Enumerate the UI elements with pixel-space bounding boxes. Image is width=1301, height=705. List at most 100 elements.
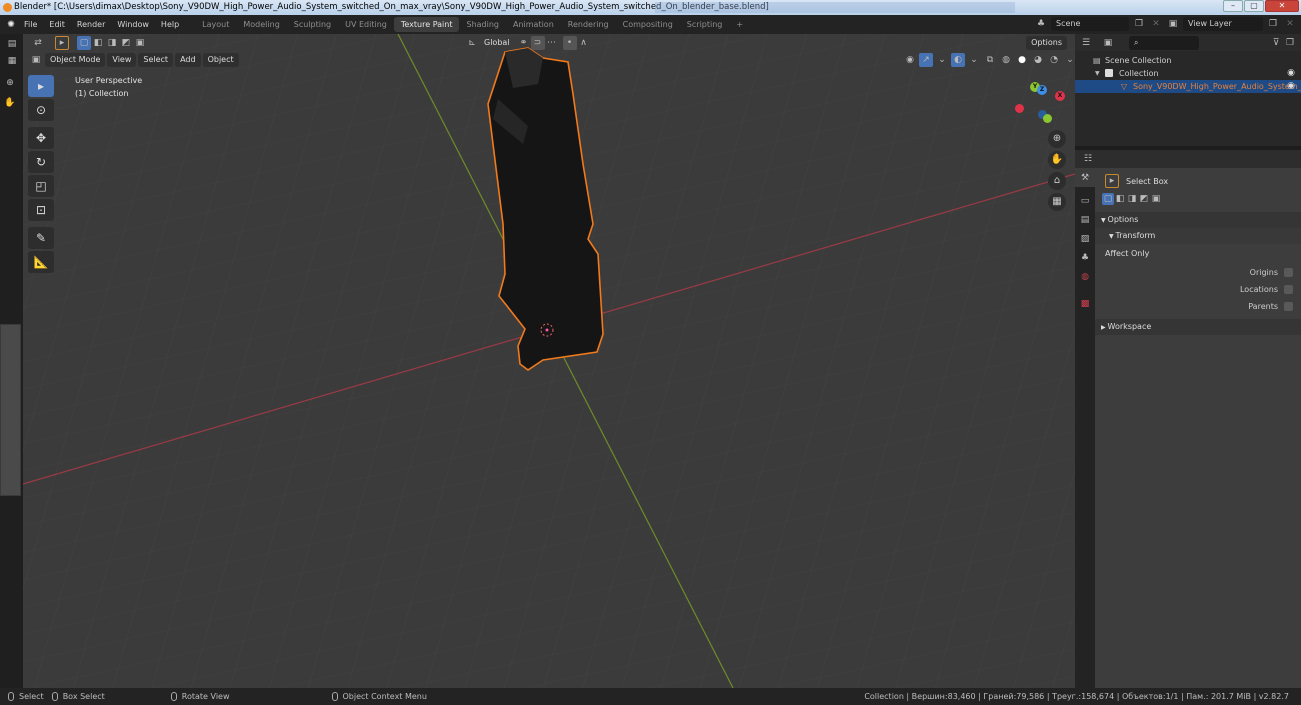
new-scene-icon[interactable]: ❐ bbox=[1132, 17, 1146, 31]
gizmo-neg-x[interactable] bbox=[1015, 104, 1024, 113]
new-view-layer-icon[interactable]: ❐ bbox=[1266, 17, 1280, 31]
shading-wireframe-icon[interactable]: ◍ bbox=[999, 53, 1013, 67]
exclude-checkbox[interactable] bbox=[1105, 69, 1113, 77]
outliner-row-object[interactable]: ▽ Sony_V90DW_High_Power_Audio_System_s ◉ bbox=[1075, 80, 1301, 93]
locations-row[interactable]: Locations bbox=[1095, 281, 1301, 298]
gizmo-z-axis[interactable]: Z bbox=[1037, 85, 1047, 95]
menu-render[interactable]: Render bbox=[71, 15, 111, 34]
blender-menu-icon[interactable]: ✺ bbox=[4, 18, 18, 32]
gizmo-x-axis[interactable]: X bbox=[1055, 91, 1065, 101]
mode-subtract-icon[interactable]: ◨ bbox=[105, 36, 119, 50]
expand-arrow-icon[interactable]: ▼ bbox=[1095, 67, 1100, 80]
hand-pan-icon[interactable]: ✋ bbox=[3, 96, 17, 110]
tab-texture[interactable]: ▩ bbox=[1075, 294, 1095, 313]
falloff-icon[interactable]: ∧ bbox=[577, 36, 591, 50]
tool-scale[interactable]: ◰ bbox=[28, 175, 54, 197]
new-collection-icon[interactable]: ❐ bbox=[1283, 36, 1297, 50]
xray-toggle-icon[interactable]: ⧉ bbox=[983, 53, 997, 67]
tab-shading[interactable]: Shading bbox=[459, 17, 506, 32]
editor-type-icon[interactable]: ▤ bbox=[5, 37, 19, 51]
visibility-eye-icon[interactable]: ◉ bbox=[1287, 67, 1295, 80]
3d-viewport[interactable] bbox=[23, 34, 1075, 688]
snap-toggle-icon[interactable]: ⊃ bbox=[530, 36, 545, 50]
tab-world[interactable]: ◍ bbox=[1075, 267, 1095, 286]
locations-checkbox[interactable] bbox=[1284, 285, 1293, 294]
transform-subpanel-header[interactable]: ▼ Transform bbox=[1095, 228, 1301, 244]
shading-solid-icon[interactable]: ● bbox=[1015, 53, 1029, 67]
tab-texture-paint[interactable]: Texture Paint bbox=[393, 17, 460, 32]
tab-scene[interactable]: ♣ bbox=[1075, 248, 1095, 267]
tab-render[interactable]: ▭ bbox=[1075, 191, 1095, 210]
tool-rotate[interactable]: ↻ bbox=[28, 151, 54, 173]
visibility-eye-icon[interactable]: ◉ bbox=[1287, 80, 1295, 93]
menu-file[interactable]: File bbox=[18, 15, 43, 34]
left-scrollbar[interactable] bbox=[0, 324, 21, 496]
tab-layout[interactable]: Layout bbox=[195, 17, 236, 32]
visibility-icon[interactable]: ◉ bbox=[903, 53, 917, 67]
menu-select[interactable]: Select bbox=[138, 53, 174, 67]
overlays-dropdown-icon[interactable]: ⌄ bbox=[967, 53, 981, 67]
tool-measure[interactable]: 📐 bbox=[28, 251, 54, 273]
origins-checkbox[interactable] bbox=[1284, 268, 1293, 277]
tab-tool[interactable]: ⚒ bbox=[1075, 168, 1095, 187]
tab-output[interactable]: ▤ bbox=[1075, 210, 1095, 229]
tab-modeling[interactable]: Modeling bbox=[236, 17, 286, 32]
outliner-row-collection[interactable]: ▼ Collection ◉ bbox=[1075, 67, 1301, 80]
origins-row[interactable]: Origins bbox=[1095, 264, 1301, 281]
zoom-view-icon[interactable]: ⊕ bbox=[3, 76, 17, 90]
tool-annotate[interactable]: ✎ bbox=[28, 227, 54, 249]
gizmo-dropdown-icon[interactable]: ⌄ bbox=[935, 53, 949, 67]
snap-element-icon[interactable]: ⋯ bbox=[545, 36, 559, 50]
menu-window[interactable]: Window bbox=[111, 15, 155, 34]
tab-compositing[interactable]: Compositing bbox=[616, 17, 680, 32]
mode-new-icon[interactable]: ▢ bbox=[1102, 193, 1114, 205]
outliner-row-scene-collection[interactable]: ▤ Scene Collection bbox=[1075, 54, 1301, 67]
tool-select-box[interactable]: ▸ bbox=[28, 75, 54, 97]
navigation-gizmo[interactable]: Y Z X bbox=[1010, 78, 1070, 128]
camera-view-button[interactable]: ⌂ bbox=[1048, 172, 1066, 190]
properties-editor-icon[interactable]: ☷ bbox=[1081, 152, 1095, 166]
close-button[interactable]: ✕ bbox=[1265, 0, 1299, 12]
tab-sculpting[interactable]: Sculpting bbox=[287, 17, 338, 32]
parents-row[interactable]: Parents bbox=[1095, 298, 1301, 315]
mode-extend-icon[interactable]: ◧ bbox=[91, 36, 105, 50]
parents-checkbox[interactable] bbox=[1284, 302, 1293, 311]
menu-edit[interactable]: Edit bbox=[43, 15, 71, 34]
menu-add[interactable]: Add bbox=[175, 53, 201, 67]
mode-invert-icon[interactable]: ◩ bbox=[119, 36, 133, 50]
mode-extend-icon[interactable]: ◧ bbox=[1114, 192, 1126, 206]
tab-rendering[interactable]: Rendering bbox=[561, 17, 616, 32]
zoom-view-button[interactable]: ⊕ bbox=[1048, 130, 1066, 148]
orientation-dropdown[interactable]: Global bbox=[479, 36, 515, 50]
tab-scripting[interactable]: Scripting bbox=[680, 17, 730, 32]
tab-uv-editing[interactable]: UV Editing bbox=[338, 17, 394, 32]
scene-field[interactable]: Scene bbox=[1051, 17, 1129, 31]
outliner-editor-icon[interactable]: ☰ bbox=[1079, 36, 1093, 50]
tab-animation[interactable]: Animation bbox=[506, 17, 561, 32]
mode-invert-icon[interactable]: ◩ bbox=[1138, 192, 1150, 206]
filter-icon[interactable]: ⊽ bbox=[1269, 36, 1283, 50]
view-layer-field[interactable]: View Layer bbox=[1183, 17, 1263, 31]
proportional-edit-icon[interactable]: • bbox=[562, 36, 577, 50]
minimize-button[interactable]: – bbox=[1223, 0, 1243, 12]
mode-dropdown[interactable]: Object Mode bbox=[45, 53, 106, 67]
shading-rendered-icon[interactable]: ◔ bbox=[1047, 53, 1061, 67]
menu-object[interactable]: Object bbox=[202, 53, 239, 67]
texture-paint-icon[interactable]: ▦ bbox=[5, 54, 19, 68]
gizmo-toggle-icon[interactable]: ↗ bbox=[919, 53, 933, 67]
mode-subtract-icon[interactable]: ◨ bbox=[1126, 192, 1138, 206]
scene-icon[interactable]: ♣ bbox=[1034, 17, 1048, 31]
options-dropdown[interactable]: Options bbox=[1026, 36, 1067, 50]
pivot-point-icon[interactable]: ⚭ bbox=[517, 36, 531, 50]
shading-material-icon[interactable]: ◕ bbox=[1031, 53, 1045, 67]
delete-scene-icon[interactable]: ✕ bbox=[1149, 17, 1163, 31]
display-mode-icon[interactable]: ▣ bbox=[1101, 36, 1115, 50]
delete-view-layer-icon[interactable]: ✕ bbox=[1283, 17, 1297, 31]
tool-transform[interactable]: ⊡ bbox=[28, 199, 54, 221]
tool-move[interactable]: ✥ bbox=[28, 127, 54, 149]
active-tool-icon[interactable]: ▸ bbox=[55, 36, 69, 50]
tab-view-layer[interactable]: ▨ bbox=[1075, 229, 1095, 248]
mode-intersect-icon[interactable]: ▣ bbox=[133, 36, 147, 50]
gizmo-neg-y[interactable] bbox=[1043, 114, 1052, 123]
view-layer-icon[interactable]: ▣ bbox=[1166, 17, 1180, 31]
